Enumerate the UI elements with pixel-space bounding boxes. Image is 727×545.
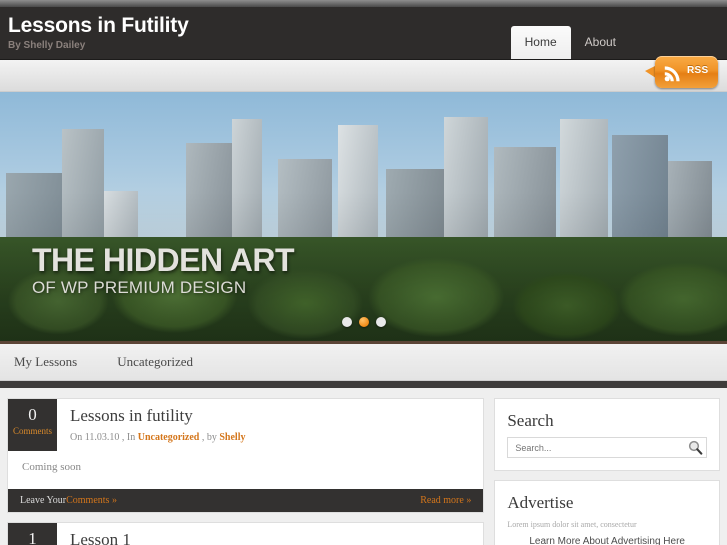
rss-badge[interactable]: RSS [645,56,718,88]
leave-comments-prefix: Leave Your [20,495,67,506]
main-column: 0 Comments Lessons in futility On 11.03.… [7,398,485,545]
comment-count-badge[interactable]: 1 Comments [8,523,57,545]
main-navigation: Home About [510,26,630,59]
post-meta-in: , In [121,432,136,443]
hero-subtitle: OF WP PREMIUM DESIGN [32,278,247,297]
comment-count-value: 1 [28,529,37,545]
post-meta-by: , by [201,432,217,443]
post-title[interactable]: Lesson 1 [70,529,246,545]
site-branding: Lessons in Futility By Shelly Dailey [8,14,189,53]
search-icon [688,440,703,455]
post-meta-category[interactable]: Uncategorized [138,432,200,443]
search-widget: Search [494,398,720,471]
rss-label: RSS [687,65,709,76]
hero-image [0,92,727,341]
slider-dot-1[interactable] [341,317,352,327]
hero-title: THE HIDDEN ART [32,242,295,278]
hero-slider[interactable]: THE HIDDEN ART OF WP PREMIUM DESIGN [0,92,727,344]
search-input[interactable] [507,437,707,458]
post-item: 0 Comments Lessons in futility On 11.03.… [7,398,485,513]
nav-item-about[interactable]: About [571,26,630,59]
content-area: 0 Comments Lessons in futility On 11.03.… [0,388,727,545]
top-gradient-strip [0,0,727,7]
site-header: Lessons in Futility By Shelly Dailey Hom… [0,7,727,60]
rss-feed-icon [664,66,680,82]
slider-pagination [0,317,727,327]
comment-count-label: Comments [12,426,52,436]
search-submit-button[interactable] [688,440,703,455]
post-meta-on: On [70,432,83,443]
slider-dot-2[interactable] [358,317,369,327]
advertise-widget-title: Advertise [507,493,574,512]
advertise-description: Lorem ipsum dolor sit amet, consectetur [507,520,637,529]
leave-comments-area: Leave YourComments » [20,495,117,506]
post-footer: Leave YourComments » Read more » [8,489,484,512]
post-header-text: Lessons in futility On 11.03.10 , In Unc… [57,399,246,451]
header-sub-bar [0,60,727,92]
advertise-widget: Advertise Lorem ipsum dolor sit amet, co… [494,480,720,545]
comment-count-value: 0 [28,405,37,424]
advertise-link[interactable]: Learn More About Advertising Here [507,534,707,545]
sidebar: Search Advertise Lorem ipsum dolor sit a… [494,398,720,545]
post-header: 0 Comments Lessons in futility On 11.03.… [8,399,483,451]
slider-dot-3[interactable] [375,317,386,327]
category-item-uncategorized[interactable]: Uncategorized [117,354,193,370]
site-tagline: By Shelly Dailey [8,40,86,51]
search-field-wrapper [507,437,707,458]
hero-caption: THE HIDDEN ART OF WP PREMIUM DESIGN [32,242,295,299]
category-item-my-lessons[interactable]: My Lessons [14,354,77,370]
content-divider [0,381,727,388]
post-meta-date: 11.03.10 [84,432,120,443]
post-meta-author[interactable]: Shelly [219,432,245,443]
post-header-text: Lesson 1 On 11.03.10 , In Uncategorized … [57,523,246,545]
post-excerpt: Coming soon [22,461,81,473]
post-title[interactable]: Lessons in futility [70,405,246,427]
site-title: Lessons in Futility [8,14,189,37]
read-more-link[interactable]: Read more » [420,495,471,506]
post-item: 1 Comments Lesson 1 On 11.03.10 , In Unc… [7,522,485,545]
search-widget-title: Search [507,411,554,430]
hero-overlay [0,92,727,341]
comment-count-badge[interactable]: 0 Comments [8,399,57,451]
leave-comments-link[interactable]: Comments » [66,495,117,506]
category-navigation: My Lessons Uncategorized [0,344,727,381]
post-header: 1 Comments Lesson 1 On 11.03.10 , In Unc… [8,523,483,545]
nav-item-home[interactable]: Home [510,26,571,59]
post-meta: On 11.03.10 , In Uncategorized , by Shel… [70,430,246,445]
